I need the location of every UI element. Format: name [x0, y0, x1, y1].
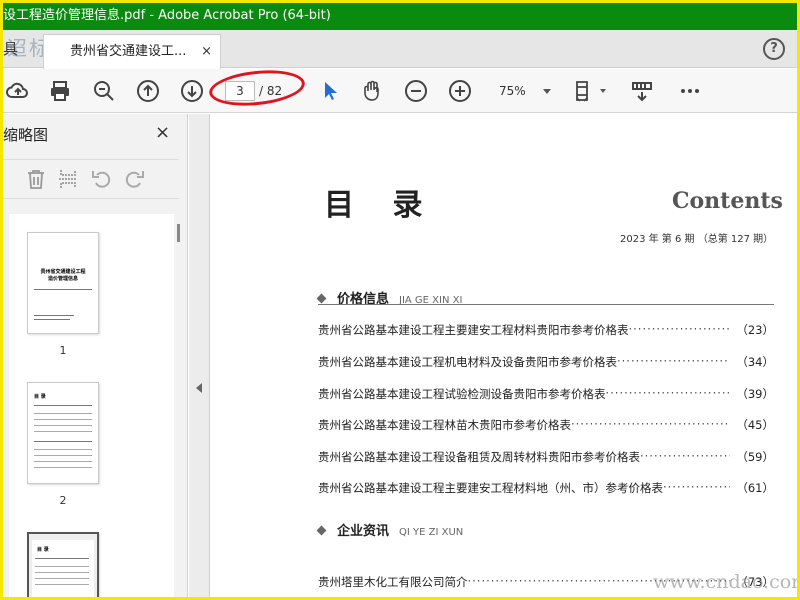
toc-entry[interactable]: 贵州省公路基本建设工程主要建安工程材料地（州、市）参考价格表 ··········… [318, 480, 774, 496]
window-title: 设工程造价管理信息.pdf - Adobe Acrobat Pro (64-bi… [3, 8, 331, 23]
scrollbar-grip[interactable] [177, 224, 180, 242]
help-icon[interactable]: ? [763, 38, 785, 60]
fit-page-icon[interactable] [573, 78, 609, 104]
upload-cloud-icon[interactable] [5, 78, 31, 104]
hand-tool-icon[interactable] [359, 78, 385, 104]
rotate-right-icon[interactable] [121, 166, 147, 192]
more-options-icon[interactable] [677, 78, 703, 104]
watermark-text: www.cndao.com [653, 571, 800, 593]
scroll-mode-icon[interactable] [629, 78, 655, 104]
close-icon[interactable]: × [155, 122, 170, 143]
zoom-value: 75% [499, 84, 526, 98]
document-viewport: 目 录 Contents 2023 年 第 6 期 （总第 127 期） 价格信… [189, 114, 797, 597]
rotate-left-icon[interactable] [89, 166, 115, 192]
panel-title: 缩略图 [3, 126, 49, 144]
tab-document[interactable]: 贵州省交通建设工... × [43, 34, 221, 69]
document-title: 目 录 [324, 188, 437, 223]
zoom-in-icon[interactable] [447, 78, 473, 104]
toc-entry[interactable]: 贵州省公路基本建设工程主要建安工程材料贵阳市参考价格表 ·············… [318, 322, 774, 338]
thumbnail-page-3-selected[interactable]: 目 录 [27, 532, 99, 597]
toolbar [3, 69, 797, 113]
select-cursor-icon[interactable] [317, 78, 343, 104]
title-bar: 设工程造价管理信息.pdf - Adobe Acrobat Pro (64-bi… [3, 3, 797, 30]
thumbnail-label-1: 1 [59, 344, 67, 357]
thumbnail-1-title: 贵州省交通建设工程 造价管理信息 [40, 269, 86, 282]
thumbnail-scrollbar[interactable] [174, 214, 184, 597]
toc-entry[interactable]: 贵州省公路基本建设工程机电材料及设备贵阳市参考价格表 ··············… [318, 354, 774, 370]
thumbnail-tools [3, 159, 179, 199]
tab-close-icon[interactable]: × [201, 35, 212, 68]
thumbnail-panel: 缩略图 × 贵州省交通建设工程 造价管理信息 1 目 录 2 目 录 [3, 114, 188, 597]
app-window: 设工程造价管理信息.pdf - Adobe Acrobat Pro (64-bi… [0, 0, 800, 600]
next-page-icon[interactable] [179, 78, 205, 104]
tab-bar: 具 迢标网 贵州省交通建设工... × ? [3, 30, 797, 69]
insert-page-icon[interactable] [55, 166, 81, 192]
section-divider [318, 304, 774, 305]
thumbnail-3-title: 目 录 [37, 547, 49, 553]
toc-entry[interactable]: 贵州省公路基本建设工程林苗木贵阳市参考价格表 ··················… [318, 417, 774, 433]
zoom-search-icon[interactable] [91, 78, 117, 104]
toc-entry[interactable]: 贵州省公路基本建设工程试验检测设备贵阳市参考价格表 ···············… [318, 386, 774, 402]
thumbnail-list: 贵州省交通建设工程 造价管理信息 1 目 录 2 目 录 [9, 214, 175, 597]
previous-page-icon[interactable] [135, 78, 161, 104]
thumbnail-2-title: 目 录 [34, 394, 46, 400]
thumbnail-page-2[interactable]: 目 录 [27, 382, 99, 484]
chevron-down-icon [543, 89, 551, 94]
document-contents-heading: Contents [672, 188, 783, 214]
trash-icon[interactable] [23, 166, 49, 192]
section-heading: 企业资讯 QI YE ZI XUN [316, 520, 463, 539]
thumbnail-label-2: 2 [59, 494, 67, 507]
toc-entry[interactable]: 贵州省公路基本建设工程设备租赁及周转材料贵阳市参考价格表 ············… [318, 449, 774, 465]
zoom-dropdown[interactable]: 75% [493, 81, 555, 101]
collapse-panel-icon[interactable] [196, 383, 202, 393]
print-icon[interactable] [47, 78, 73, 104]
tab-document-label: 贵州省交通建设工... [70, 44, 187, 59]
diamond-bullet-icon [316, 525, 327, 536]
pdf-page: 目 录 Contents 2023 年 第 6 期 （总第 127 期） 价格信… [209, 114, 797, 597]
thumbnail-page-1[interactable]: 贵州省交通建设工程 造价管理信息 [27, 232, 99, 334]
zoom-out-icon[interactable] [403, 78, 429, 104]
document-issue: 2023 年 第 6 期 （总第 127 期） [620, 234, 774, 245]
diamond-bullet-icon [316, 293, 327, 304]
